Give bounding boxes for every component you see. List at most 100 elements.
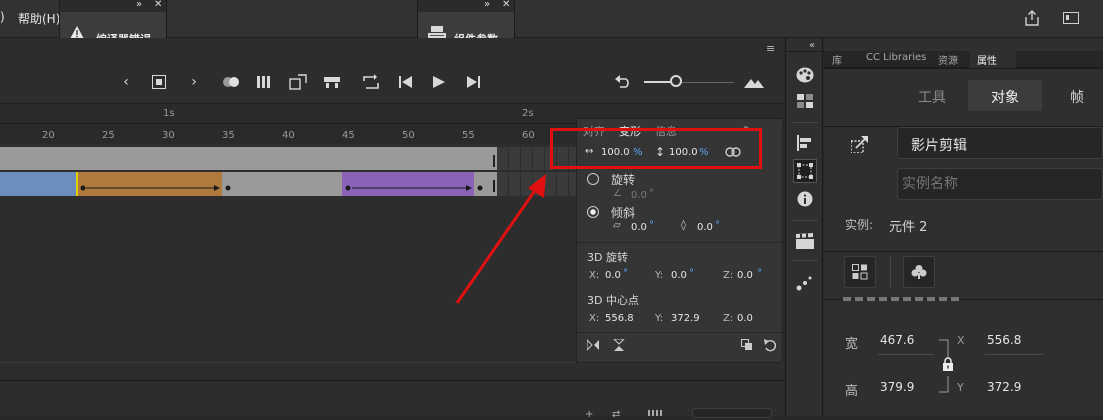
step-back-icon[interactable]: [395, 72, 417, 92]
rotate-3d-z[interactable]: 0.0: [737, 270, 753, 281]
height-label: 高: [845, 384, 859, 399]
motion-presets-icon[interactable]: [794, 272, 816, 294]
degree-unit: °: [623, 268, 628, 279]
z-label: Z:: [723, 270, 734, 281]
skew-radio[interactable]: [587, 206, 599, 218]
instance-name-input[interactable]: [897, 168, 1103, 200]
copy-transform-icon[interactable]: [741, 339, 753, 351]
divider: [0, 380, 784, 381]
divider: [824, 251, 1103, 252]
panel-close-icon[interactable]: ✕: [154, 0, 162, 10]
center-3d-z[interactable]: 0.0: [737, 313, 753, 324]
x-label: X:: [589, 313, 600, 324]
zoom-slider-handle[interactable]: [670, 75, 682, 87]
skew-h-icon: ▱: [613, 220, 621, 231]
transform-icon[interactable]: [793, 159, 817, 183]
frame-number: 50: [402, 130, 415, 141]
undo-zoom-icon[interactable]: [612, 72, 634, 92]
width-value[interactable]: 467.6: [880, 333, 914, 347]
panel-menu-icon[interactable]: ≡: [766, 42, 775, 55]
degree-unit: °: [649, 188, 654, 199]
insert-keyframe-icon[interactable]: [148, 72, 170, 92]
rotate-3d-x[interactable]: 0.0: [605, 270, 621, 281]
frame-number: 35: [222, 130, 235, 141]
rotate-radio[interactable]: [587, 173, 599, 185]
field-underline: [985, 354, 1043, 355]
insert-blank-icon[interactable]: [321, 72, 343, 92]
height-value[interactable]: 379.9: [880, 380, 914, 394]
degree-unit: °: [649, 220, 654, 231]
swap-icon[interactable]: ⇄: [612, 409, 620, 420]
degree-unit: °: [757, 268, 762, 279]
subtab-frame[interactable]: 帧: [1070, 87, 1084, 107]
symbol-type-value: 影片剪辑: [911, 138, 967, 154]
flip-vertical-icon[interactable]: [613, 339, 625, 351]
skew-h-value[interactable]: 0.0: [631, 222, 647, 233]
degree-unit: °: [715, 220, 720, 231]
next-keyframe-icon[interactable]: ›: [183, 72, 205, 92]
center-3d-y[interactable]: 372.9: [671, 313, 700, 324]
skew-v-value[interactable]: 0.0: [697, 222, 713, 233]
divider: [792, 260, 818, 261]
step-forward-icon[interactable]: [462, 72, 484, 92]
menu-help[interactable]: 帮助(H): [18, 10, 60, 27]
frame-number: 60: [522, 130, 535, 141]
center-3d-x[interactable]: 556.8: [605, 313, 634, 324]
clipped-section-title: [843, 297, 963, 301]
rotate-3d-y[interactable]: 0.0: [671, 270, 687, 281]
frame-number: 20: [42, 130, 55, 141]
annotation-arrow: [455, 174, 546, 304]
frame-number: 55: [462, 130, 475, 141]
rotate-label: 旋转: [611, 173, 636, 187]
tab-library[interactable]: 库: [832, 52, 842, 67]
play-icon[interactable]: [428, 72, 450, 92]
tab-assets[interactable]: 资源: [938, 52, 958, 67]
sec-mark: 2s: [522, 108, 534, 119]
center-3d-label: 3D 中心点: [587, 294, 639, 307]
skew-v-icon: ◊: [681, 220, 686, 231]
rotate-3d-label: 3D 旋转: [587, 251, 628, 264]
frame-number: 25: [102, 130, 115, 141]
grid-icon[interactable]: [648, 410, 664, 416]
panel-close-icon[interactable]: ✕: [502, 0, 510, 10]
rotate-value[interactable]: 0.0: [631, 190, 647, 201]
divider: [824, 68, 1103, 69]
panel-expand-icon[interactable]: »: [136, 0, 142, 10]
tab-properties[interactable]: 属性: [977, 52, 997, 67]
y-value[interactable]: 372.9: [987, 380, 1021, 394]
swatches-icon[interactable]: [794, 90, 816, 112]
skew-label: 倾斜: [611, 206, 636, 220]
instance-value[interactable]: 元件 2: [889, 216, 927, 235]
prev-keyframe-icon[interactable]: ‹: [115, 72, 137, 92]
layer-frames-row[interactable]: [0, 147, 497, 170]
add-icon[interactable]: +: [585, 409, 593, 420]
reset-transform-icon[interactable]: [763, 338, 777, 352]
divider: [786, 51, 824, 52]
info-icon[interactable]: [794, 188, 816, 210]
loop-icon[interactable]: [360, 72, 382, 92]
subtab-object[interactable]: 对象: [991, 87, 1019, 107]
divider: [890, 256, 891, 288]
zoom-slider-fill: [644, 81, 672, 83]
share-icon[interactable]: [1024, 10, 1040, 26]
y-label: Y:: [655, 313, 664, 324]
divider: [577, 242, 782, 243]
subtab-tool[interactable]: 工具: [918, 87, 946, 107]
frame-number: 45: [342, 130, 355, 141]
divider: [792, 122, 818, 123]
create-tween-icon[interactable]: [287, 72, 309, 92]
workspace-icon[interactable]: [1063, 12, 1079, 24]
tab-cc-libraries[interactable]: CC Libraries: [866, 52, 926, 63]
panel-expand-icon[interactable]: »: [484, 0, 490, 10]
edit-multiple-frames-icon[interactable]: [254, 72, 276, 92]
align-icon[interactable]: [794, 132, 816, 154]
bottom-field[interactable]: [692, 408, 772, 418]
lock-aspect-icon[interactable]: [942, 357, 954, 371]
onion-skin-icon[interactable]: [221, 72, 243, 92]
mountains-icon[interactable]: [743, 72, 765, 92]
flip-horizontal-icon[interactable]: [587, 339, 599, 351]
x-value[interactable]: 556.8: [987, 333, 1021, 347]
clapperboard-icon[interactable]: [794, 230, 816, 252]
collapse-icon[interactable]: «: [809, 40, 815, 51]
palette-icon[interactable]: [794, 64, 816, 86]
